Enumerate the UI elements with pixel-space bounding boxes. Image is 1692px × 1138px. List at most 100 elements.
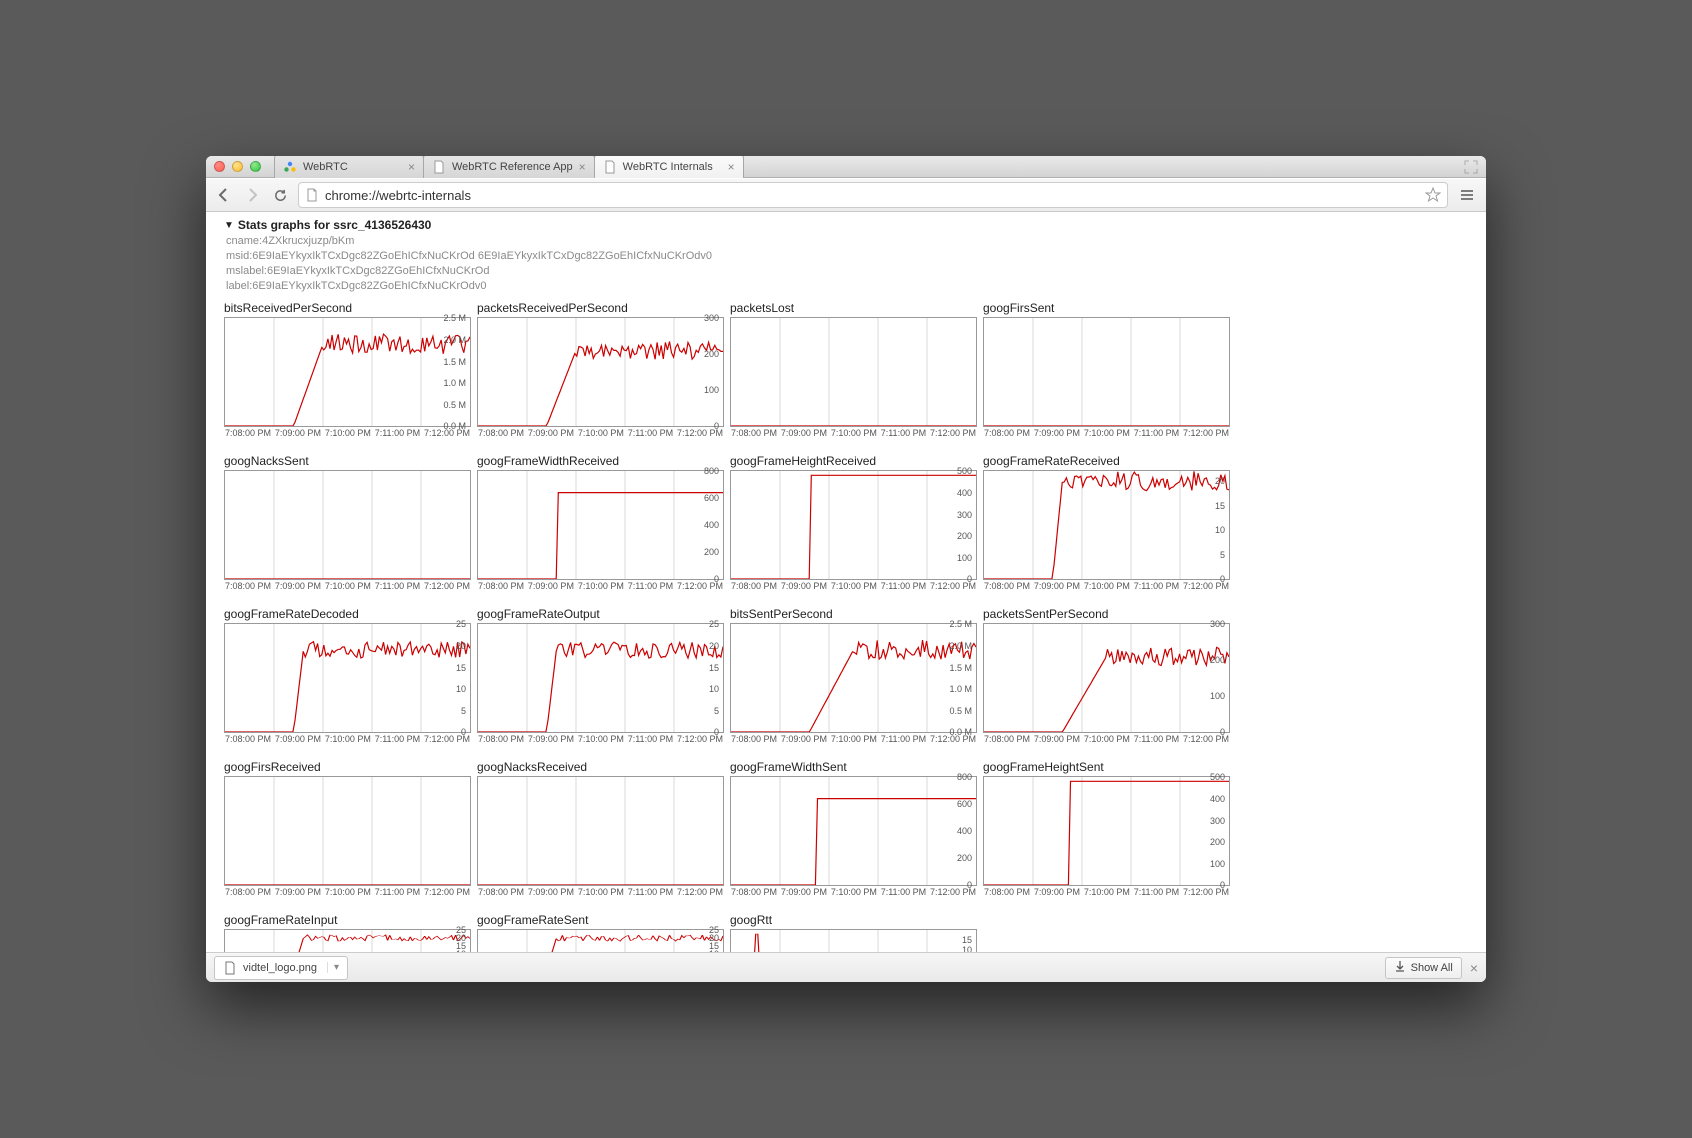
tab-label: WebRTC	[303, 161, 348, 173]
chart-x-labels: 7:08:00 PM7:09:00 PM7:10:00 PM7:11:00 PM…	[983, 734, 1230, 744]
chart-plot-area: 2.5 M2.0 M1.5 M1.0 M0.5 M0.0 M	[730, 623, 977, 733]
fullscreen-icon[interactable]	[1464, 160, 1478, 174]
chart-plot-area	[224, 776, 471, 886]
chart-packetsLost: packetsLost 7:08:00 PM7:09:00 PM7:10:00 P…	[730, 301, 977, 438]
chart-x-labels: 7:08:00 PM7:09:00 PM7:10:00 PM7:11:00 PM…	[983, 887, 1230, 897]
chart-title: googRtt	[730, 913, 977, 927]
chart-x-labels: 7:08:00 PM7:09:00 PM7:10:00 PM7:11:00 PM…	[730, 428, 977, 438]
chart-packetsReceivedPerSecond: packetsReceivedPerSecond 30020010007:08:0…	[477, 301, 724, 438]
chart-plot-area	[730, 317, 977, 427]
chart-x-labels: 7:08:00 PM7:09:00 PM7:10:00 PM7:11:00 PM…	[730, 581, 977, 591]
bookmark-star-icon[interactable]	[1425, 187, 1441, 203]
forward-button[interactable]	[242, 185, 262, 205]
chart-x-labels: 7:08:00 PM7:09:00 PM7:10:00 PM7:11:00 PM…	[730, 887, 977, 897]
window-controls	[214, 161, 261, 172]
chart-googNacksReceived: googNacksReceived7:08:00 PM7:09:00 PM7:1…	[477, 760, 724, 897]
browser-tab[interactable]: WebRTC Internals×	[594, 156, 744, 178]
chart-title: googFrameWidthReceived	[477, 454, 724, 468]
chart-plot-area: 3002001000	[477, 317, 724, 427]
download-arrow-icon	[1394, 960, 1406, 975]
chevron-down-icon[interactable]: ▾	[327, 962, 339, 973]
chart-title: bitsSentPerSecond	[730, 607, 977, 621]
close-window-button[interactable]	[214, 161, 225, 172]
chart-plot-area	[983, 317, 1230, 427]
chart-title: googFirsSent	[983, 301, 1230, 315]
disclosure-triangle-icon[interactable]: ▼	[224, 220, 234, 231]
minimize-window-button[interactable]	[232, 161, 243, 172]
tab-favicon	[432, 160, 446, 174]
chart-x-labels: 7:08:00 PM7:09:00 PM7:10:00 PM7:11:00 PM…	[224, 734, 471, 744]
chart-title: googFrameWidthSent	[730, 760, 977, 774]
chart-x-labels: 7:08:00 PM7:09:00 PM7:10:00 PM7:11:00 PM…	[224, 887, 471, 897]
chart-bitsReceivedPerSecond: bitsReceivedPerSecond 2.5 M2.0 M1.5 M1.0 …	[224, 301, 471, 438]
download-item[interactable]: vidtel_logo.png ▾	[214, 956, 348, 980]
chart-googFrameRateOutput: googFrameRateOutput 25201510507:08:00 PM7…	[477, 607, 724, 744]
charts-grid: bitsReceivedPerSecond 2.5 M2.0 M1.5 M1.0 …	[224, 301, 1480, 952]
close-tab-icon[interactable]: ×	[408, 161, 415, 173]
browser-window: WebRTC×WebRTC Reference App×WebRTC Inter…	[206, 156, 1486, 982]
chart-title: googFrameRateInput	[224, 913, 471, 927]
show-all-downloads-button[interactable]: Show All	[1385, 957, 1462, 979]
chart-googFrameRateSent: googFrameRateSent252015105	[477, 913, 724, 952]
chart-x-labels: 7:08:00 PM7:09:00 PM7:10:00 PM7:11:00 PM…	[477, 734, 724, 744]
browser-tab[interactable]: WebRTC Reference App×	[423, 156, 595, 178]
chart-plot-area: 20151050	[983, 470, 1230, 580]
close-tab-icon[interactable]: ×	[728, 161, 735, 173]
chart-googFrameRateInput: googFrameRateInput 252015105	[224, 913, 471, 952]
show-all-label: Show All	[1411, 962, 1453, 974]
download-shelf: vidtel_logo.png ▾ Show All ×	[206, 952, 1486, 982]
zoom-window-button[interactable]	[250, 161, 261, 172]
chart-title: packetsLost	[730, 301, 977, 315]
chart-plot-area: 3002001000	[983, 623, 1230, 733]
browser-tab[interactable]: WebRTC ×	[274, 156, 424, 178]
chart-x-labels: 7:08:00 PM7:09:00 PM7:10:00 PM7:11:00 PM…	[477, 581, 724, 591]
chart-googFirsReceived: googFirsReceived 7:08:00 PM7:09:00 PM7:10…	[224, 760, 471, 897]
chart-plot-area: 5004003002001000	[730, 470, 977, 580]
close-tab-icon[interactable]: ×	[579, 161, 586, 173]
chart-title: googFrameRateDecoded	[224, 607, 471, 621]
address-bar[interactable]	[298, 182, 1448, 208]
section-header[interactable]: ▼ Stats graphs for ssrc_4136526430	[224, 218, 1480, 232]
chart-plot-area: 2520151050	[477, 623, 724, 733]
chart-x-labels: 7:08:00 PM7:09:00 PM7:10:00 PM7:11:00 PM…	[477, 887, 724, 897]
chart-plot-area	[224, 470, 471, 580]
chart-googFrameRateReceived: googFrameRateReceived 201510507:08:00 PM7…	[983, 454, 1230, 591]
chart-title: googFrameHeightReceived	[730, 454, 977, 468]
page-icon	[305, 188, 319, 202]
chart-googFrameHeightReceived: googFrameHeightReceived 50040030020010007…	[730, 454, 977, 591]
chart-title: bitsReceivedPerSecond	[224, 301, 471, 315]
toolbar	[206, 178, 1486, 212]
chart-plot-area: 2.5 M2.0 M1.5 M1.0 M0.5 M0.0 M	[224, 317, 471, 427]
chart-googFrameRateDecoded: googFrameRateDecoded 25201510507:08:00 PM…	[224, 607, 471, 744]
page-content: ▼ Stats graphs for ssrc_4136526430 cname…	[206, 212, 1486, 952]
url-input[interactable]	[325, 188, 1419, 203]
chart-plot-area	[477, 776, 724, 886]
chart-x-labels: 7:08:00 PM7:09:00 PM7:10:00 PM7:11:00 PM…	[477, 428, 724, 438]
chart-packetsSentPerSecond: packetsSentPerSecond 30020010007:08:00 PM…	[983, 607, 1230, 744]
chart-x-labels: 7:08:00 PM7:09:00 PM7:10:00 PM7:11:00 PM…	[983, 428, 1230, 438]
chart-googFirsSent: googFirsSent 7:08:00 PM7:09:00 PM7:10:00 …	[983, 301, 1230, 438]
chart-plot-area: 252015105	[477, 929, 724, 952]
chart-plot-area: 252015105	[224, 929, 471, 952]
reload-button[interactable]	[270, 185, 290, 205]
chart-x-labels: 7:08:00 PM7:09:00 PM7:10:00 PM7:11:00 PM…	[983, 581, 1230, 591]
chart-x-labels: 7:08:00 PM7:09:00 PM7:10:00 PM7:11:00 PM…	[224, 428, 471, 438]
chart-title: googFirsReceived	[224, 760, 471, 774]
file-icon	[223, 961, 237, 975]
back-button[interactable]	[214, 185, 234, 205]
chart-title: packetsSentPerSecond	[983, 607, 1230, 621]
chart-plot-area: 5004003002001000	[983, 776, 1230, 886]
chart-bitsSentPerSecond: bitsSentPerSecond 2.5 M2.0 M1.5 M1.0 M0.5…	[730, 607, 977, 744]
close-shelf-button[interactable]: ×	[1470, 960, 1478, 976]
chart-googNacksSent: googNacksSent7:08:00 PM7:09:00 PM7:10:00…	[224, 454, 471, 591]
chart-plot-area: 2520151050	[224, 623, 471, 733]
chart-googFrameWidthReceived: googFrameWidthReceived80060040020007:08:…	[477, 454, 724, 591]
chart-title: googFrameRateReceived	[983, 454, 1230, 468]
chrome-menu-button[interactable]	[1456, 184, 1478, 206]
tab-favicon	[603, 160, 617, 174]
chart-title: googNacksSent	[224, 454, 471, 468]
chart-title: packetsReceivedPerSecond	[477, 301, 724, 315]
chart-title: googFrameRateOutput	[477, 607, 724, 621]
tab-favicon	[283, 160, 297, 174]
section-title: Stats graphs for ssrc_4136526430	[238, 218, 431, 232]
